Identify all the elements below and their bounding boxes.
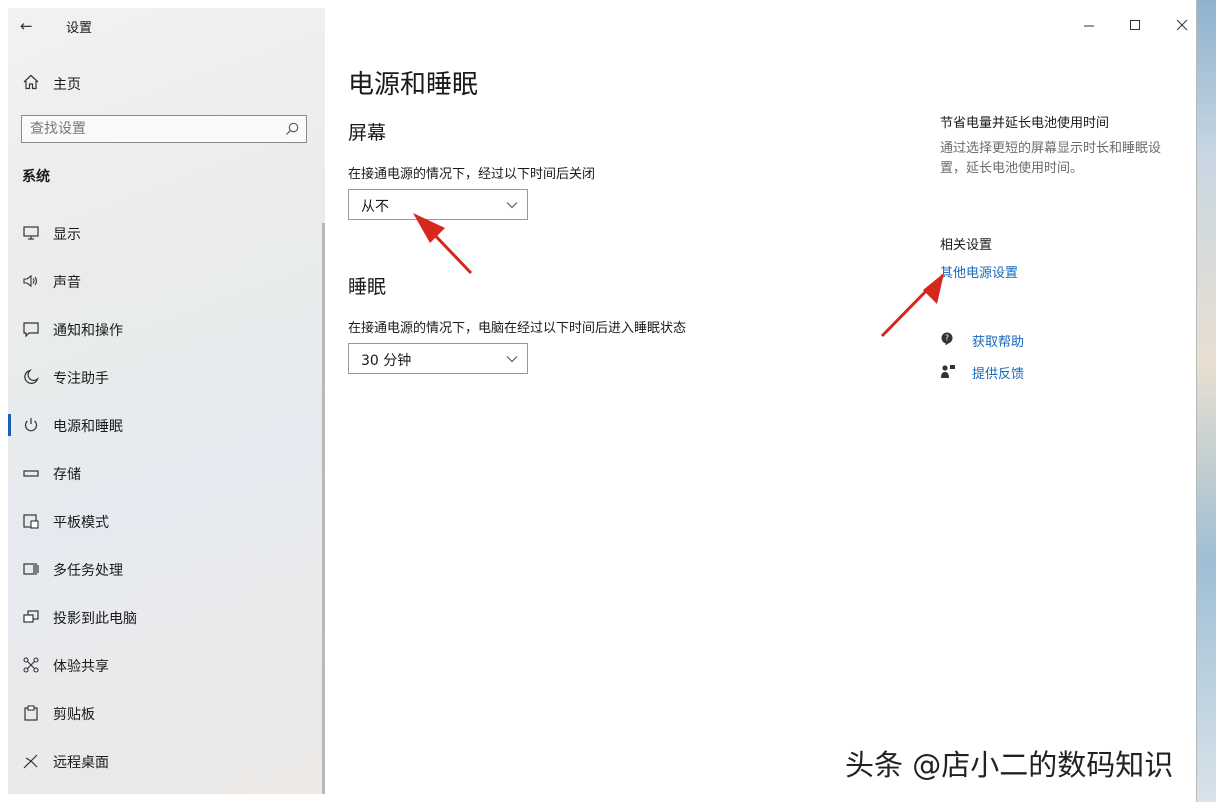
title-bar: ← 设置 [8, 8, 325, 44]
tip-text: 通过选择更短的屏幕显示时长和睡眠设置，延长电池使用时间。 [940, 141, 1162, 176]
sidebar-item-label: 声音 [53, 275, 81, 291]
sidebar-item-focus-assist[interactable]: 专注助手 [8, 354, 325, 402]
active-indicator [8, 414, 11, 436]
main-content: 电源和睡眠 屏幕 在接通电源的情况下，经过以下时间后关闭 从不 睡眠 在接通电源… [325, 0, 1216, 802]
watermark: 头条 @店小二的数码知识 [845, 748, 1174, 782]
chevron-down-icon [506, 202, 518, 209]
home-icon [23, 74, 39, 90]
remote-desktop-icon [23, 754, 38, 769]
sleep-timeout-dropdown[interactable]: 30 分钟 [348, 343, 528, 374]
notification-icon [23, 322, 39, 338]
screen-heading: 屏幕 [348, 122, 387, 144]
search-input[interactable] [30, 119, 270, 139]
sidebar-item-label: 平板模式 [53, 515, 109, 531]
dropdown-value: 30 分钟 [361, 353, 412, 369]
sidebar-item-power-sleep[interactable]: 电源和睡眠 [8, 402, 325, 450]
tablet-icon [23, 514, 39, 529]
sidebar-nav: 显示 声音 通知和操作 专注助手 电源和睡眠 存储 平板模式 多任务处理 投影到… [8, 210, 325, 786]
search-box[interactable] [21, 115, 307, 143]
sidebar-item-label: 体验共享 [53, 659, 109, 675]
back-button[interactable]: ← [20, 16, 42, 36]
sidebar-item-label: 存储 [53, 467, 81, 483]
app-title: 设置 [66, 21, 93, 36]
clipboard-icon [24, 705, 38, 721]
screen-description: 在接通电源的情况下，经过以下时间后关闭 [348, 167, 596, 182]
home-label: 主页 [53, 77, 81, 93]
feedback-link[interactable]: 提供反馈 [940, 361, 1140, 383]
sidebar-item-sound[interactable]: 声音 [8, 258, 325, 306]
sleep-heading: 睡眠 [348, 276, 387, 298]
sidebar-item-shared-experiences[interactable]: 体验共享 [8, 642, 325, 690]
sidebar-item-label: 剪贴板 [53, 707, 95, 723]
feedback-label: 提供反馈 [972, 367, 1025, 382]
share-icon [23, 657, 39, 673]
monitor-icon [23, 226, 39, 240]
sidebar-item-label: 电源和睡眠 [53, 419, 123, 435]
help-icon: ? [941, 332, 953, 346]
other-power-settings-link[interactable]: 其他电源设置 [940, 262, 1018, 281]
minimize-button[interactable] [1076, 14, 1102, 36]
sidebar-item-display[interactable]: 显示 [8, 210, 325, 258]
sidebar-item-label: 多任务处理 [53, 563, 123, 579]
chevron-down-icon [506, 356, 518, 363]
sidebar-item-notifications[interactable]: 通知和操作 [8, 306, 325, 354]
storage-icon [23, 470, 39, 477]
sidebar-item-label: 通知和操作 [53, 323, 123, 339]
get-help-label: 获取帮助 [972, 335, 1025, 350]
tip-title: 节省电量并延长电池使用时间 [940, 116, 1110, 131]
dropdown-value: 从不 [361, 199, 389, 215]
sidebar-item-storage[interactable]: 存储 [8, 450, 325, 498]
sidebar: ← 设置 主页 系统 显示 声音 通知和操作 专注助手 [8, 8, 325, 794]
feedback-icon [941, 365, 955, 378]
moon-icon [24, 369, 39, 384]
section-title: 系统 [22, 169, 50, 185]
sidebar-item-label: 投影到此电脑 [53, 611, 137, 627]
sidebar-item-multitasking[interactable]: 多任务处理 [8, 546, 325, 594]
sleep-description: 在接通电源的情况下，电脑在经过以下时间后进入睡眠状态 [348, 321, 687, 336]
sidebar-item-label: 远程桌面 [53, 755, 109, 771]
maximize-button[interactable] [1122, 14, 1148, 36]
sidebar-item-project-to-pc[interactable]: 投影到此电脑 [8, 594, 325, 642]
speaker-icon [23, 274, 38, 288]
screen-timeout-dropdown[interactable]: 从不 [348, 189, 528, 220]
multitask-icon [23, 563, 39, 575]
power-icon [24, 418, 38, 432]
page-title: 电源和睡眠 [348, 70, 479, 100]
projection-icon [23, 610, 39, 623]
svg-text:?: ? [945, 334, 949, 343]
sidebar-item-tablet-mode[interactable]: 平板模式 [8, 498, 325, 546]
get-help-link[interactable]: ? 获取帮助 [940, 329, 1140, 351]
sidebar-item-clipboard[interactable]: 剪贴板 [8, 690, 325, 738]
home-nav-item[interactable]: 主页 [8, 68, 325, 98]
desktop-background-strip [1197, 0, 1216, 802]
sidebar-item-remote-desktop[interactable]: 远程桌面 [8, 738, 325, 786]
close-button[interactable] [1169, 14, 1195, 36]
sidebar-item-label: 专注助手 [53, 371, 109, 387]
related-settings-title: 相关设置 [940, 238, 993, 253]
sidebar-item-label: 显示 [53, 227, 81, 243]
search-icon[interactable] [284, 121, 300, 137]
